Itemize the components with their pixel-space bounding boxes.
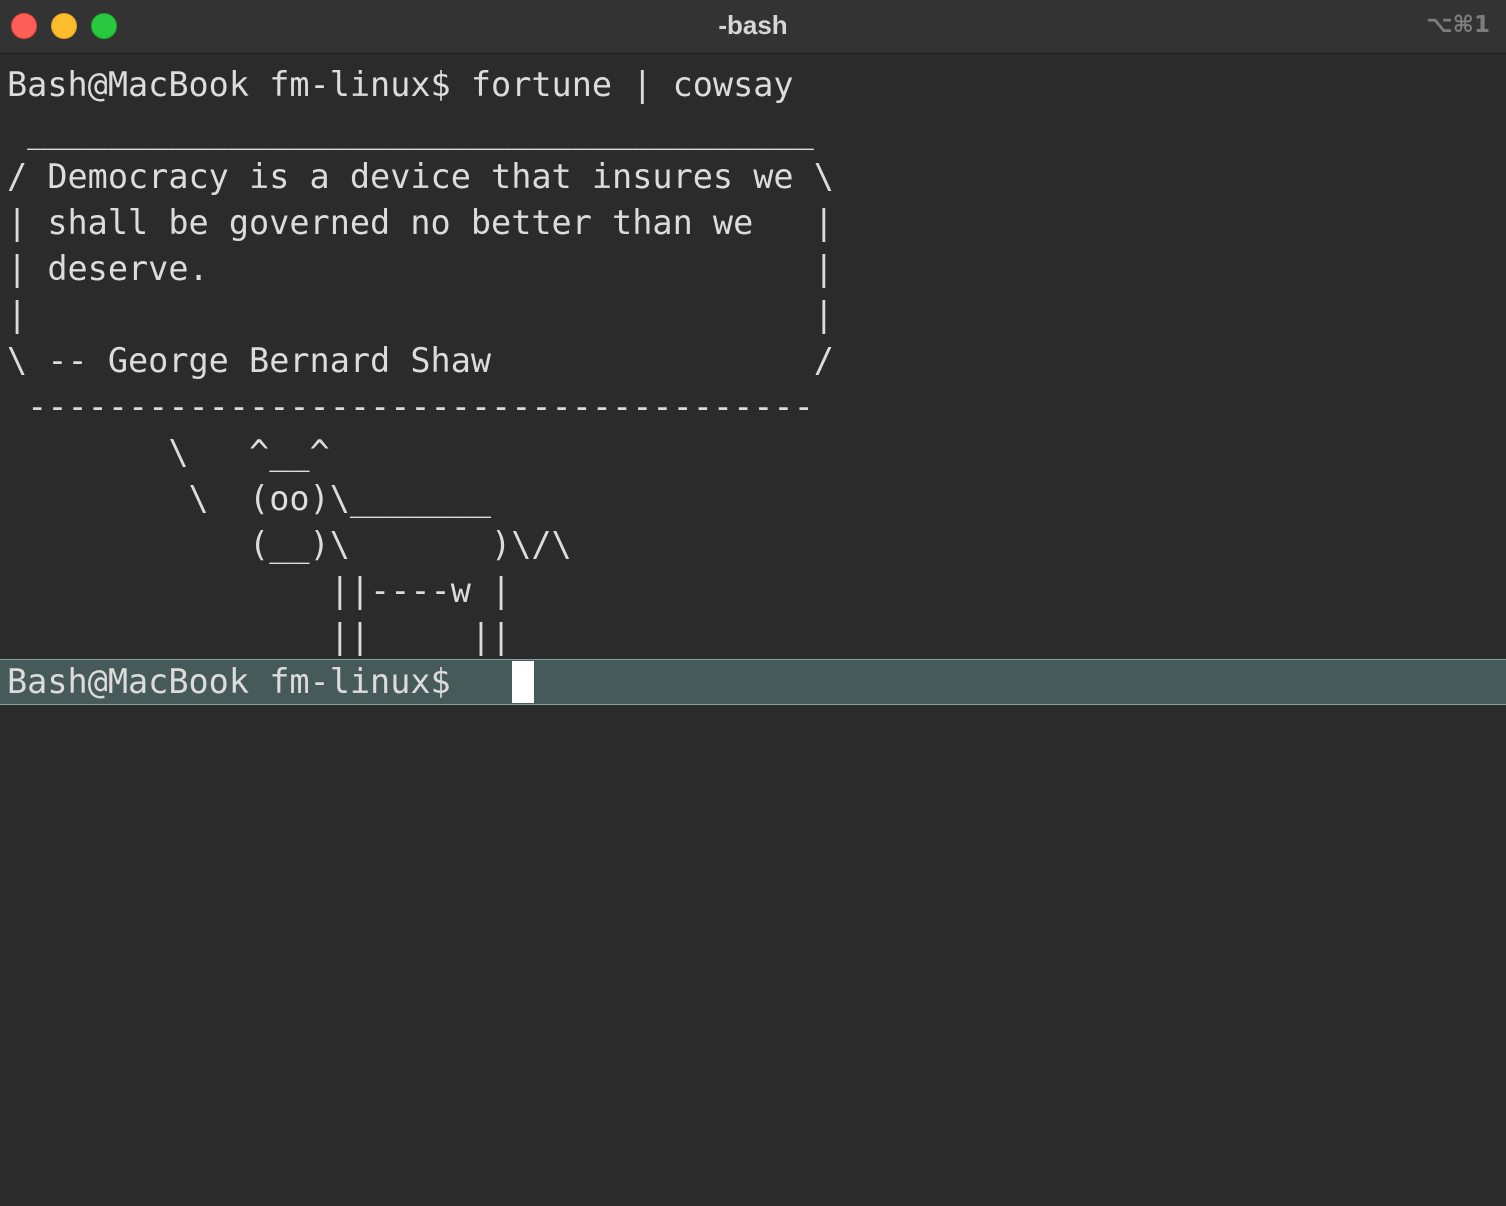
- command-line: Bash@MacBook fm-linux$ fortune | cowsay: [7, 65, 794, 104]
- output-line: | |: [7, 295, 834, 334]
- current-prompt: Bash@MacBook fm-linux$: [7, 662, 471, 701]
- output-line: ---------------------------------------: [7, 387, 814, 426]
- output-line: / Democracy is a device that insures we …: [7, 157, 834, 196]
- terminal-content[interactable]: Bash@MacBook fm-linux$ fortune | cowsay …: [0, 55, 1506, 1206]
- output-line: | deserve. |: [7, 249, 834, 288]
- output-line: || ||: [7, 617, 512, 656]
- terminal-window: -bash ⌥⌘1 Bash@MacBook fm-linux$ fortune…: [0, 0, 1506, 1206]
- current-prompt-line[interactable]: Bash@MacBook fm-linux$: [0, 659, 1506, 705]
- output-line: \ ^__^: [7, 433, 330, 472]
- title-bar[interactable]: -bash ⌥⌘1: [0, 0, 1506, 54]
- window-shortcut-label: ⌥⌘1: [1426, 12, 1490, 38]
- output-line: \ -- George Bernard Shaw /: [7, 341, 834, 380]
- output-line: (__)\ )\/\: [7, 525, 572, 564]
- output-line: \ (oo)\_______: [7, 479, 492, 518]
- output-line: _______________________________________: [7, 111, 814, 150]
- window-title: -bash: [718, 10, 788, 40]
- text-cursor: [512, 661, 534, 703]
- output-line: | shall be governed no better than we |: [7, 203, 834, 242]
- output-line: ||----w |: [7, 571, 512, 610]
